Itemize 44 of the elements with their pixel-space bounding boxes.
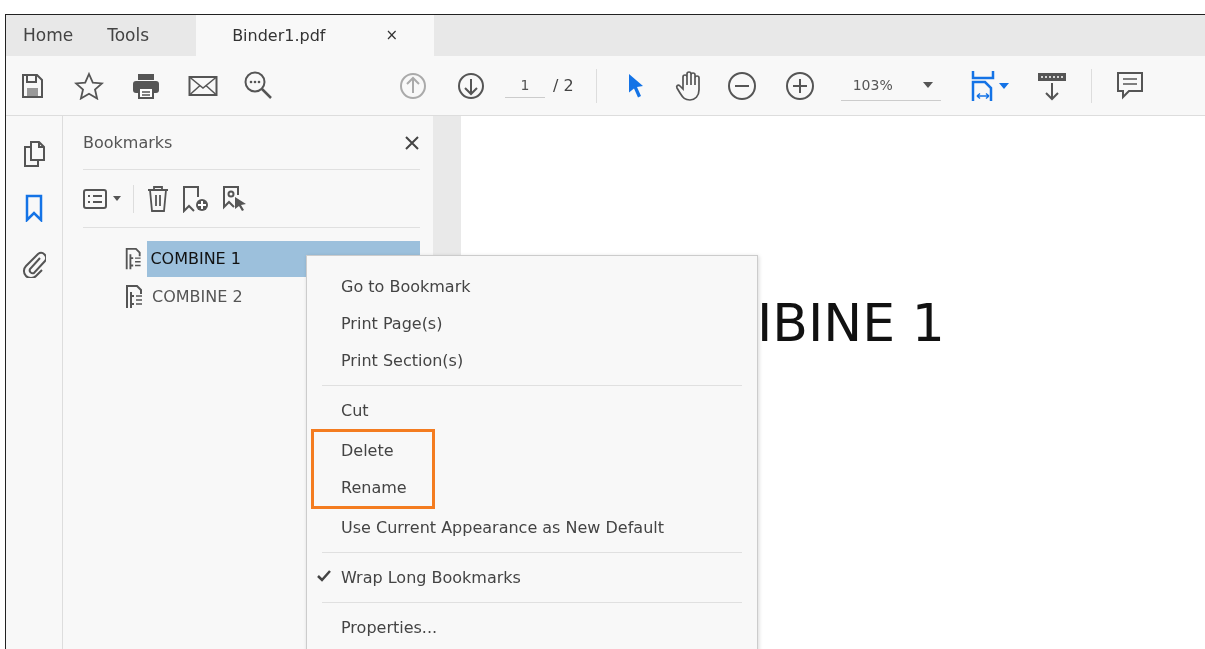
fit-width-icon <box>970 69 995 102</box>
menu-item[interactable]: Delete <box>314 432 394 469</box>
page-count: / 2 <box>553 74 574 97</box>
comment-icon[interactable] <box>1115 70 1144 101</box>
menu-item[interactable]: Rename <box>314 469 407 506</box>
menu-item[interactable]: Wrap Long Bookmarks <box>307 559 521 596</box>
close-tab-button[interactable]: × <box>385 24 399 47</box>
pointer-icon[interactable] <box>626 71 645 100</box>
bookmark-page-icon <box>123 246 144 272</box>
panel-title: Bookmarks <box>83 131 173 154</box>
print-icon[interactable] <box>131 71 161 100</box>
menu-item[interactable]: Print Section(s) <box>307 342 464 379</box>
page-number-field[interactable]: 1 <box>505 73 545 98</box>
document-tab[interactable]: Binder1.pdf × <box>196 15 435 56</box>
tab-title: Binder1.pdf <box>232 24 326 47</box>
mail-icon[interactable] <box>188 73 218 98</box>
star-icon[interactable] <box>74 71 104 100</box>
nav-tab[interactable]: Tools <box>90 15 167 56</box>
bookmark-item[interactable]: COMBINE 2 <box>149 279 246 315</box>
list-icon <box>83 188 107 209</box>
save-icon[interactable] <box>20 72 44 99</box>
options-button[interactable] <box>83 188 121 209</box>
bookmark-page-icon <box>123 284 145 310</box>
nav-tab[interactable]: Home <box>6 15 91 56</box>
page-down-icon[interactable] <box>457 71 485 100</box>
menu-item[interactable]: Cut <box>307 392 369 429</box>
zoom-dropdown[interactable]: 103% <box>840 70 941 101</box>
caret-icon <box>922 82 933 88</box>
trash-icon[interactable] <box>146 184 170 213</box>
close-icon[interactable] <box>404 134 420 151</box>
zoom-out-icon[interactable] <box>726 70 757 101</box>
bookmark-select-icon[interactable] <box>222 184 248 213</box>
ruler-download-icon[interactable] <box>1036 70 1067 101</box>
bookmark-icon[interactable] <box>25 194 43 222</box>
menu-item[interactable]: Properties... <box>307 609 438 646</box>
pages-icon[interactable] <box>23 140 45 168</box>
document-heading: IBINE 1 <box>757 292 946 355</box>
caret-icon <box>113 196 121 201</box>
caret-icon <box>998 82 1009 89</box>
new-bookmark-icon[interactable] <box>182 184 210 213</box>
menu-item[interactable]: Use Current Appearance as New Default <box>307 509 664 546</box>
zoom-in-icon[interactable] <box>784 70 815 101</box>
menu-item[interactable]: Print Page(s) <box>307 305 443 342</box>
fit-page-button[interactable] <box>970 69 1009 102</box>
